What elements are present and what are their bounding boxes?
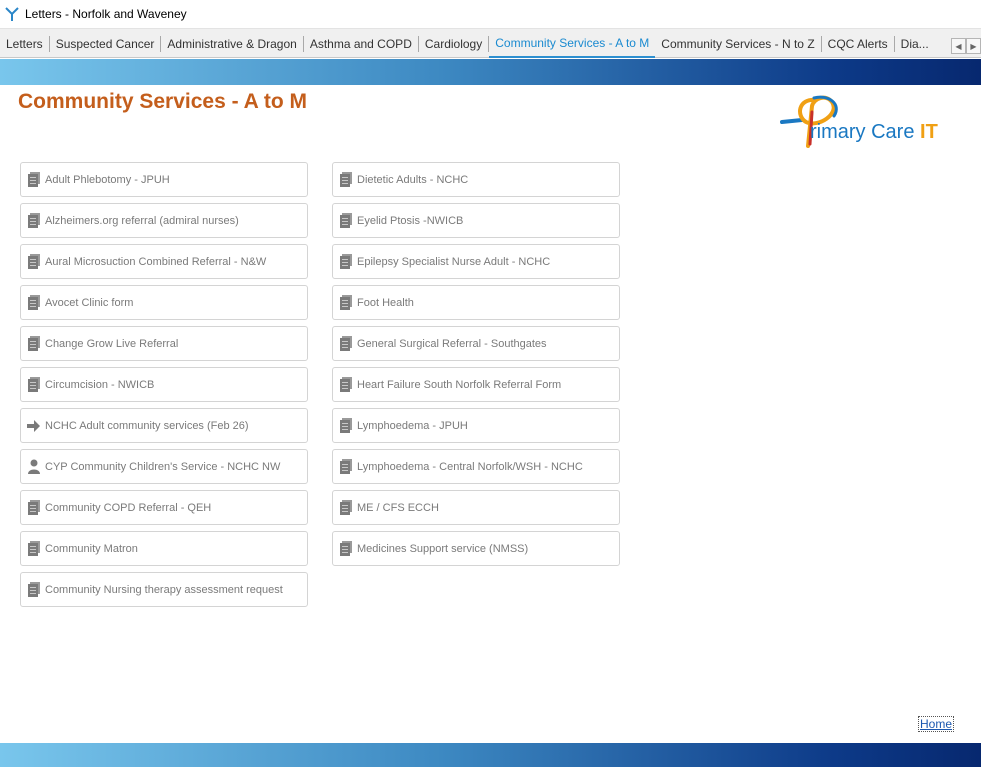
tab-scroll-right-icon[interactable]: ▶ xyxy=(966,38,981,54)
footer-band xyxy=(0,743,981,767)
tab-scroll-controls: ◀ ▶ xyxy=(951,38,981,54)
tab-community-services-n-to-z[interactable]: Community Services - N to Z xyxy=(655,35,822,52)
tab-community-services-a-to-m[interactable]: Community Services - A to M xyxy=(489,29,656,58)
document-icon xyxy=(27,500,40,515)
arrow-right-icon xyxy=(27,418,40,433)
primary-care-it-logo: rimary Care IT xyxy=(778,92,956,148)
referral-item-label: Aural Microsuction Combined Referral - N… xyxy=(45,255,267,268)
referral-item[interactable]: Foot Health xyxy=(332,285,620,320)
referral-item-label: Community Matron xyxy=(45,542,138,555)
referral-item[interactable]: Community Nursing therapy assessment req… xyxy=(20,572,308,607)
referral-item-label: Change Grow Live Referral xyxy=(45,337,179,350)
tab-cqc-alerts[interactable]: CQC Alerts xyxy=(822,35,895,52)
document-icon xyxy=(27,254,40,269)
referral-item[interactable]: Change Grow Live Referral xyxy=(20,326,308,361)
document-icon xyxy=(27,582,40,597)
referral-item-label: CYP Community Children's Service - NCHC … xyxy=(45,460,281,473)
window-title: Letters - Norfolk and Waveney xyxy=(25,7,187,21)
document-icon xyxy=(339,336,352,351)
document-icon xyxy=(339,500,352,515)
document-icon xyxy=(339,254,352,269)
referral-list-left: Adult Phlebotomy - JPUH Alzheimers.org re… xyxy=(20,162,309,613)
document-icon xyxy=(339,295,352,310)
document-icon xyxy=(27,377,40,392)
referral-item[interactable]: General Surgical Referral - Southgates xyxy=(332,326,620,361)
referral-item[interactable]: CYP Community Children's Service - NCHC … xyxy=(20,449,308,484)
tab-dia[interactable]: Dia... xyxy=(895,36,935,52)
document-icon xyxy=(27,172,40,187)
tab-cardiology[interactable]: Cardiology xyxy=(419,35,490,52)
referral-item[interactable]: Medicines Support service (NMSS) xyxy=(332,531,620,566)
referral-item-label: ME / CFS ECCH xyxy=(357,501,439,514)
document-icon xyxy=(27,336,40,351)
document-icon xyxy=(27,295,40,310)
header-band xyxy=(0,59,981,85)
window-titlebar: Letters - Norfolk and Waveney xyxy=(0,0,981,28)
referral-item-label: Eyelid Ptosis -NWICB xyxy=(357,214,464,227)
referral-item[interactable]: Lymphoedema - JPUH xyxy=(332,408,620,443)
document-icon xyxy=(27,213,40,228)
referral-item-label: Avocet Clinic form xyxy=(45,296,134,309)
referral-item[interactable]: Epilepsy Specialist Nurse Adult - NCHC xyxy=(332,244,620,279)
tab-administrative-dragon[interactable]: Administrative & Dragon xyxy=(161,35,304,52)
tab-scroll-left-icon[interactable]: ◀ xyxy=(951,38,966,54)
referral-item-label: Community Nursing therapy assessment req… xyxy=(45,583,283,596)
referral-item-label: General Surgical Referral - Southgates xyxy=(357,337,547,350)
tab-letters[interactable]: Letters xyxy=(0,35,50,52)
referral-item-label: Medicines Support service (NMSS) xyxy=(357,542,529,555)
referral-item[interactable]: Circumcision - NWICB xyxy=(20,367,308,402)
referral-item[interactable]: NCHC Adult community services (Feb 26) xyxy=(20,408,308,443)
referral-item-label: NCHC Adult community services (Feb 26) xyxy=(45,419,249,432)
app-logo-icon xyxy=(5,6,19,22)
referral-item-label: Heart Failure South Norfolk Referral For… xyxy=(357,378,562,391)
document-icon xyxy=(339,213,352,228)
referral-item[interactable]: Community COPD Referral - QEH xyxy=(20,490,308,525)
document-icon xyxy=(27,541,40,556)
document-icon xyxy=(339,541,352,556)
referral-item[interactable]: ME / CFS ECCH xyxy=(332,490,620,525)
referral-item[interactable]: Adult Phlebotomy - JPUH xyxy=(20,162,308,197)
referral-item-label: Alzheimers.org referral (admiral nurses) xyxy=(45,214,239,227)
referral-item[interactable]: Aural Microsuction Combined Referral - N… xyxy=(20,244,308,279)
referral-item[interactable]: Community Matron xyxy=(20,531,308,566)
tab-suspected-cancer[interactable]: Suspected Cancer xyxy=(50,35,162,52)
home-link[interactable]: Home xyxy=(918,716,955,732)
referral-item[interactable]: Dietetic Adults - NCHC xyxy=(332,162,620,197)
tab-list: Letters Suspected Cancer Administrative & … xyxy=(0,29,950,58)
referral-item-label: Community COPD Referral - QEH xyxy=(45,501,212,514)
document-icon xyxy=(339,377,352,392)
tab-strip: Letters Suspected Cancer Administrative & … xyxy=(0,28,981,58)
referral-item-label: Foot Health xyxy=(357,296,414,309)
referral-item[interactable]: Avocet Clinic form xyxy=(20,285,308,320)
tab-asthma-and-copd[interactable]: Asthma and COPD xyxy=(304,35,419,52)
document-icon xyxy=(339,172,352,187)
referral-item-label: Lymphoedema - JPUH xyxy=(357,419,468,432)
referral-item-label: Adult Phlebotomy - JPUH xyxy=(45,173,170,186)
referral-item[interactable]: Heart Failure South Norfolk Referral For… xyxy=(332,367,620,402)
document-icon xyxy=(339,418,352,433)
referral-item[interactable]: Eyelid Ptosis -NWICB xyxy=(332,203,620,238)
page-title: Community Services - A to M xyxy=(18,90,307,113)
referral-item-label: Lymphoedema - Central Norfolk/WSH - NCHC xyxy=(357,460,583,473)
person-icon xyxy=(27,459,40,474)
referral-item[interactable]: Lymphoedema - Central Norfolk/WSH - NCHC xyxy=(332,449,620,484)
referral-item-label: Dietetic Adults - NCHC xyxy=(357,173,469,186)
referral-list-right: Dietetic Adults - NCHC Eyelid Ptosis -NWI… xyxy=(332,162,621,572)
referral-item[interactable]: Alzheimers.org referral (admiral nurses) xyxy=(20,203,308,238)
referral-item-label: Circumcision - NWICB xyxy=(45,378,155,391)
document-icon xyxy=(339,459,352,474)
logo-text: rimary Care IT xyxy=(810,121,938,143)
referral-item-label: Epilepsy Specialist Nurse Adult - NCHC xyxy=(357,255,551,268)
